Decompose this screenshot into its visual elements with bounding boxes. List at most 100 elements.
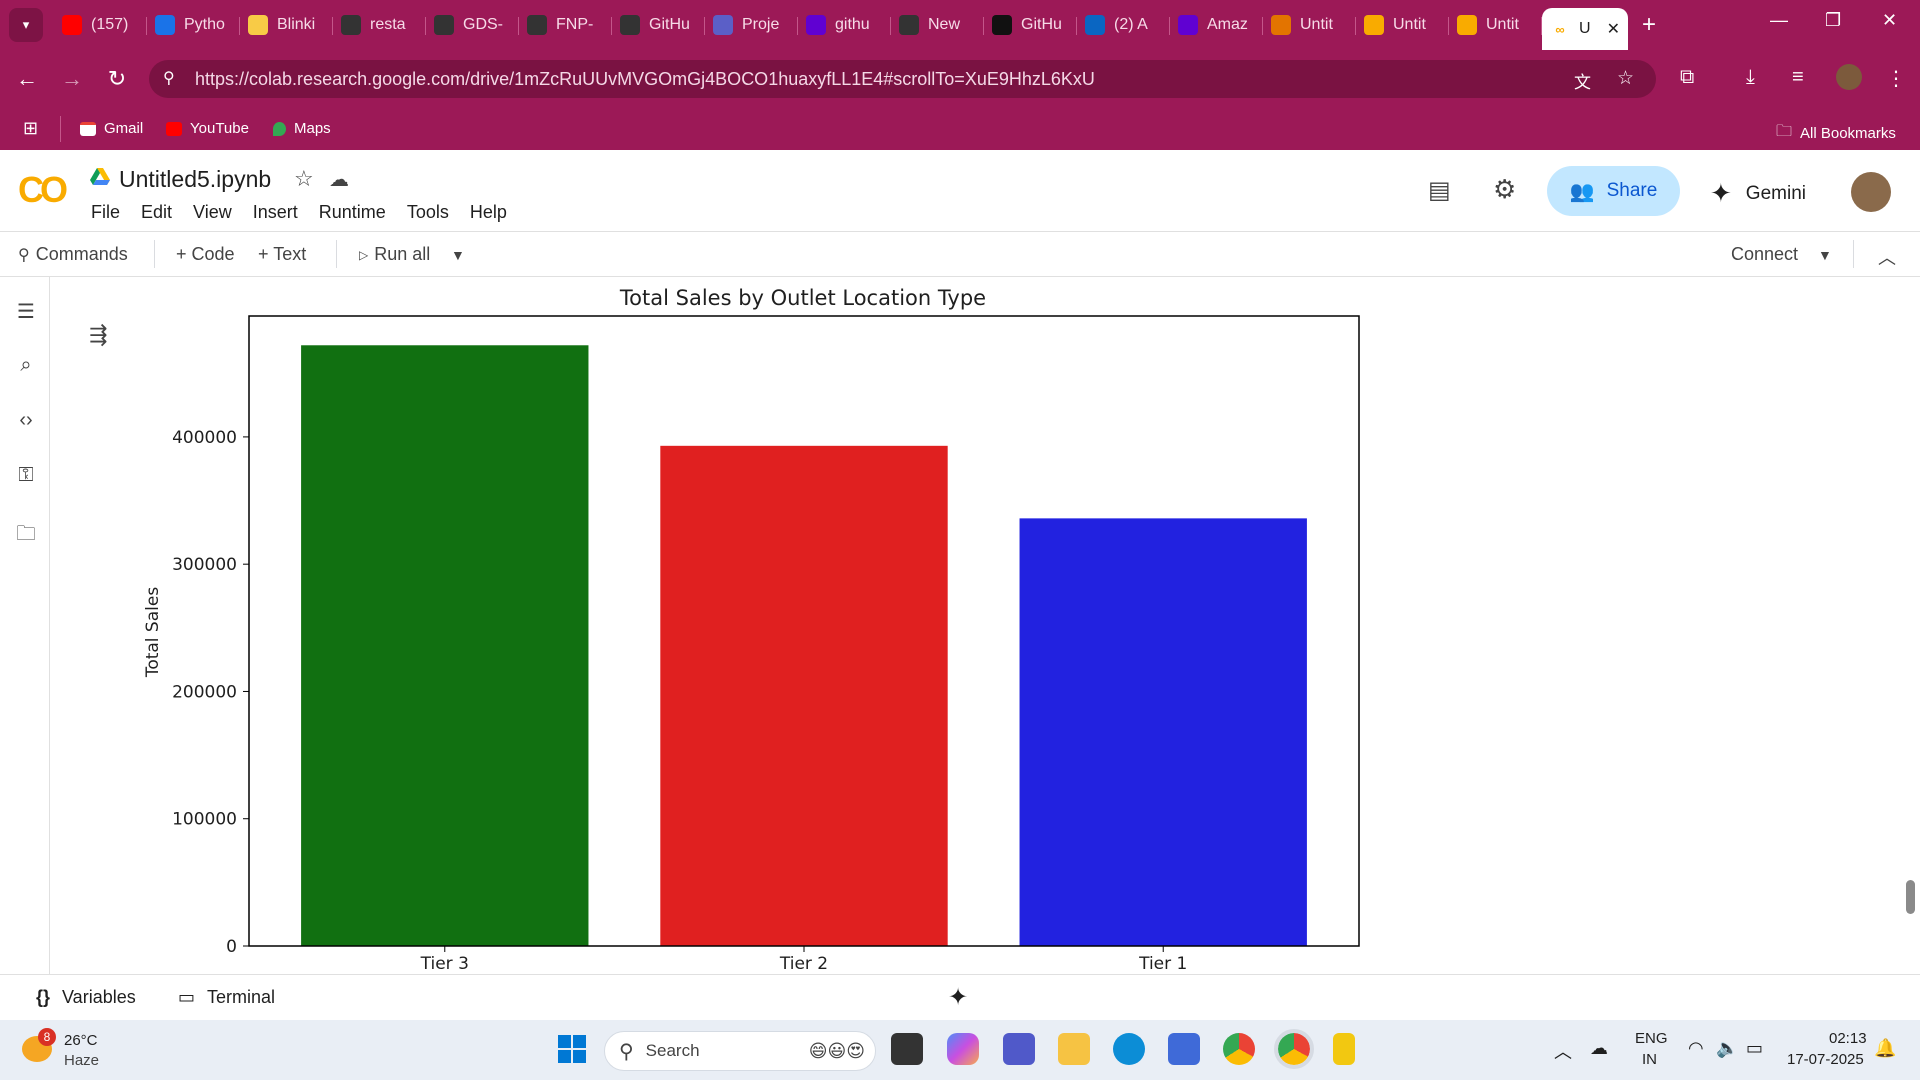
browser-tab[interactable]: Untit <box>1263 7 1356 43</box>
key-icon[interactable]: ⚿ <box>13 464 39 490</box>
browser-tab[interactable]: resta <box>333 7 426 43</box>
terminal-button[interactable]: ▭ Terminal <box>178 987 275 1008</box>
volume-icon[interactable]: 🔈 <box>1716 1038 1738 1059</box>
run-all-dropdown-icon[interactable]: ▼ <box>451 247 465 263</box>
menu-insert[interactable]: Insert <box>253 202 298 223</box>
wifi-icon[interactable]: ◠ <box>1688 1038 1704 1059</box>
run-all-button[interactable]: ▷ Run all <box>359 244 430 265</box>
onedrive-icon[interactable]: ☁ <box>1590 1038 1608 1059</box>
gear-icon[interactable]: ⚙ <box>1493 174 1516 205</box>
menu-help[interactable]: Help <box>470 202 507 223</box>
menu-tools[interactable]: Tools <box>407 202 449 223</box>
back-icon[interactable]: ← <box>9 66 45 92</box>
weather-desc[interactable]: Haze <box>64 1052 99 1069</box>
browser-tab[interactable]: Pytho <box>147 7 240 43</box>
restore-button[interactable]: ❐ <box>1825 10 1841 31</box>
drive-icon[interactable] <box>90 168 110 186</box>
kebab-menu-icon[interactable]: ⋮ <box>1886 66 1906 91</box>
weather-temp[interactable]: 26°C <box>64 1032 98 1049</box>
media-icon[interactable]: ≡ <box>1792 66 1804 89</box>
close-window-button[interactable]: ✕ <box>1882 10 1897 31</box>
chrome-profile-icon[interactable] <box>1274 1029 1314 1069</box>
minimize-button[interactable]: — <box>1770 10 1788 31</box>
address-bar[interactable]: ⚲ https://colab.research.google.com/driv… <box>149 60 1656 98</box>
all-bookmarks[interactable]: 🗀 All Bookmarks <box>1776 120 1896 147</box>
browser-tab[interactable]: Proje <box>705 7 798 43</box>
table-of-contents-icon[interactable]: ☰ <box>13 299 39 325</box>
gemini-spark-icon[interactable]: ✦ <box>948 983 968 1012</box>
browser-tab[interactable]: FNP- <box>519 7 612 43</box>
menu-bar: File Edit View Insert Runtime Tools Help <box>91 202 528 223</box>
teams-icon[interactable] <box>1003 1033 1035 1065</box>
reload-icon[interactable]: ↻ <box>99 66 135 92</box>
browser-tab-label: Blinki <box>277 16 316 33</box>
clock-time[interactable]: 02:13 <box>1829 1030 1867 1047</box>
menu-runtime[interactable]: Runtime <box>319 202 386 223</box>
store-icon[interactable] <box>1168 1033 1200 1065</box>
x-axis: Tier 3 Tier 2 Tier 1 <box>420 946 1187 974</box>
file-explorer-icon[interactable] <box>1058 1033 1090 1065</box>
browser-tab[interactable]: Blinki <box>240 7 333 43</box>
connect-dropdown-icon[interactable]: ▼ <box>1818 247 1832 263</box>
folder-icon[interactable]: 🗀 <box>13 519 39 545</box>
menu-file[interactable]: File <box>91 202 120 223</box>
edge-icon[interactable] <box>1113 1033 1145 1065</box>
browser-tab-active[interactable]: ∞ U ✕ <box>1542 8 1628 50</box>
browser-tab[interactable]: New <box>891 7 984 43</box>
code-snippets-icon[interactable]: ‹› <box>13 409 39 435</box>
share-button[interactable]: 👥 Share <box>1547 166 1680 216</box>
task-view-icon[interactable] <box>891 1033 923 1065</box>
translate-icon[interactable]: 文 <box>1574 68 1591 93</box>
commands-button[interactable]: ⚲ Commands <box>18 244 128 265</box>
scrollbar-thumb[interactable] <box>1906 880 1915 914</box>
tab-search-button[interactable]: ▾ <box>9 8 43 42</box>
chrome-icon[interactable] <box>1223 1033 1255 1065</box>
windows-start-icon[interactable] <box>556 1033 588 1065</box>
browser-tab[interactable]: Untit <box>1449 7 1542 43</box>
copilot-icon[interactable] <box>947 1033 979 1065</box>
browser-tab[interactable]: (2) A <box>1077 7 1170 43</box>
browser-tab[interactable]: GDS- <box>426 7 519 43</box>
connect-button[interactable]: Connect <box>1731 244 1798 265</box>
language-line1[interactable]: ENG <box>1635 1030 1668 1047</box>
comment-icon[interactable]: ▤ <box>1428 176 1451 205</box>
add-code-button[interactable]: + Code <box>176 244 235 265</box>
url-text[interactable]: https://colab.research.google.com/drive/… <box>195 69 1095 90</box>
browser-tab[interactable]: Amaz <box>1170 7 1263 43</box>
notebook-title[interactable]: Untitled5.ipynb <box>119 166 271 193</box>
menu-view[interactable]: View <box>193 202 232 223</box>
apps-grid-icon[interactable]: ⊞ <box>23 118 38 139</box>
browser-tab[interactable]: (157) <box>54 7 147 43</box>
add-text-button[interactable]: + Text <box>258 244 306 265</box>
find-replace-icon[interactable]: ⌕ <box>13 354 39 380</box>
site-info-icon[interactable]: ⚲ <box>163 68 175 88</box>
chevron-up-icon[interactable]: ︿ <box>1554 1038 1572 1064</box>
power-bi-icon[interactable] <box>1333 1033 1355 1065</box>
notification-bell-icon[interactable]: 🔔 <box>1874 1038 1896 1059</box>
language-line2[interactable]: IN <box>1642 1051 1657 1068</box>
download-icon[interactable]: ⤓ <box>1746 66 1755 89</box>
taskbar-search[interactable]: ⚲ Search 😄😃😍 <box>604 1031 876 1071</box>
browser-tab[interactable]: Untit <box>1356 7 1449 43</box>
clock-date[interactable]: 17-07-2025 <box>1787 1051 1864 1068</box>
new-tab-button[interactable]: + <box>1642 11 1656 39</box>
browser-tab[interactable]: githu <box>798 7 891 43</box>
browser-tab[interactable]: GitHu <box>612 7 705 43</box>
collapse-header-icon[interactable]: ︿ <box>1878 244 1896 270</box>
browser-tab[interactable]: GitHu <box>984 7 1077 43</box>
battery-icon[interactable]: ▭ <box>1746 1038 1763 1059</box>
bookmark-gmail[interactable]: Gmail <box>80 120 143 137</box>
avatar[interactable] <box>1851 172 1891 212</box>
bookmark-youtube[interactable]: YouTube <box>166 120 249 137</box>
close-tab-icon[interactable]: ✕ <box>1607 19 1620 39</box>
bookmark-maps[interactable]: Maps <box>273 120 331 137</box>
menu-edit[interactable]: Edit <box>141 202 172 223</box>
colab-logo[interactable]: CO <box>18 169 68 211</box>
profile-avatar[interactable] <box>1836 64 1862 90</box>
variables-button[interactable]: {} Variables <box>36 987 136 1008</box>
forward-icon[interactable]: → <box>54 66 90 92</box>
star-icon[interactable]: ☆ <box>1617 67 1634 90</box>
star-notebook-icon[interactable]: ☆ <box>294 166 314 192</box>
gemini-button[interactable]: ✦ Gemini <box>1710 178 1806 209</box>
extensions-icon[interactable]: ⧉ <box>1680 66 1694 89</box>
